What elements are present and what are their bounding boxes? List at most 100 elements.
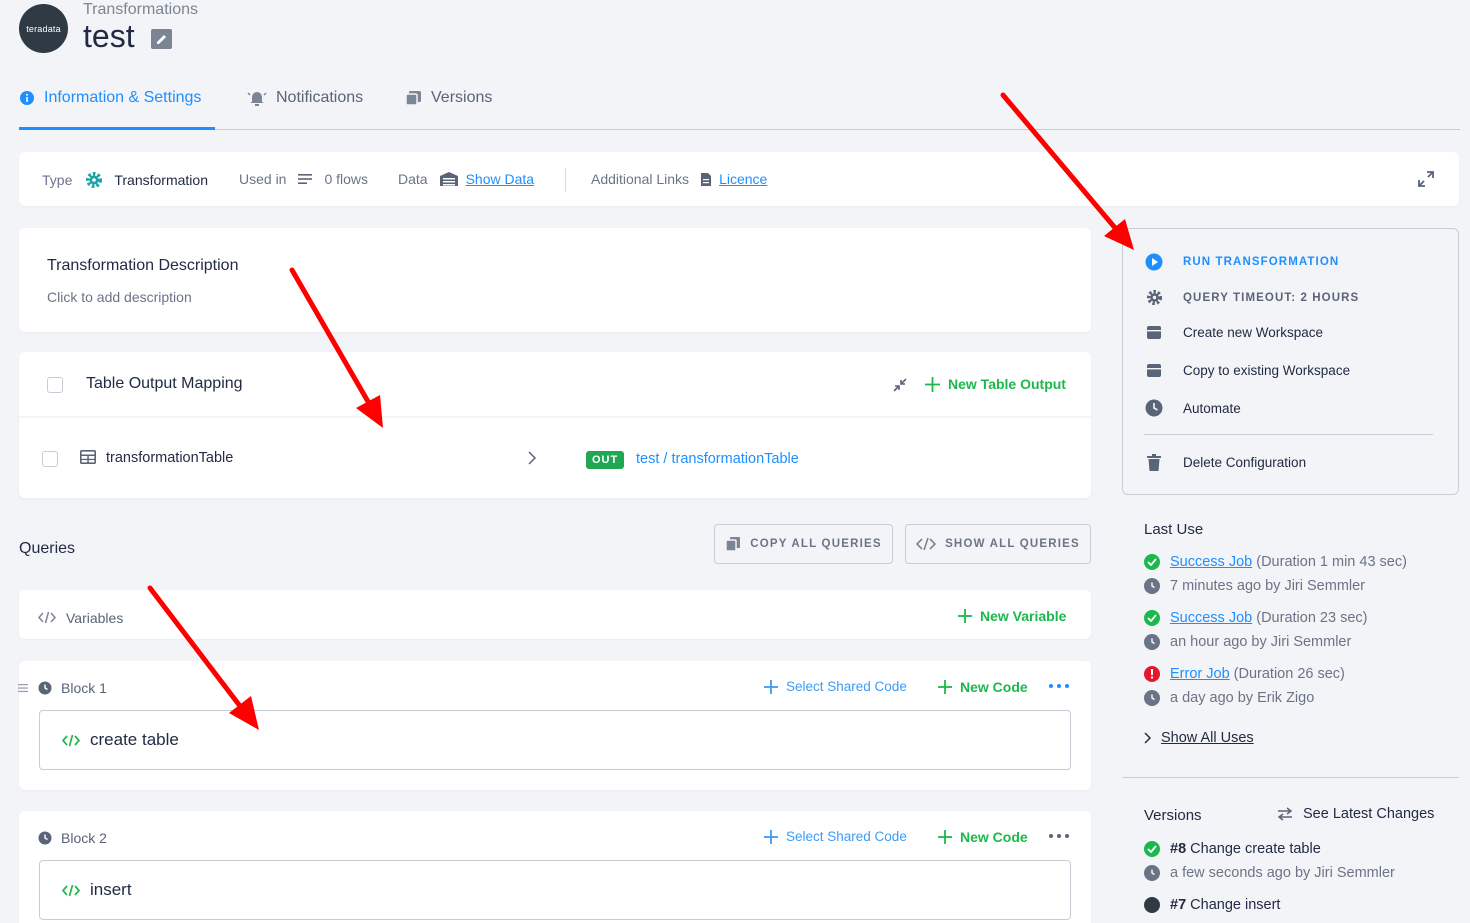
show-all-uses-label: Show All Uses [1161, 730, 1254, 746]
description-card[interactable]: Transformation Description Click to add … [19, 228, 1091, 332]
breadcrumb[interactable]: Transformations [83, 1, 198, 19]
show-all-uses-button[interactable]: Show All Uses [1144, 730, 1254, 746]
automate-button[interactable]: Automate [1145, 399, 1241, 417]
code-item[interactable]: insert [39, 860, 1071, 920]
collapse-button[interactable] [892, 377, 908, 393]
list-icon [298, 174, 313, 184]
job-link[interactable]: Success Job [1170, 554, 1252, 570]
used-in-value: 0 flows [324, 171, 369, 187]
tab-versions[interactable]: Versions [405, 86, 492, 110]
info-bar: Type Transformation Used in 0 flows Data… [19, 152, 1459, 206]
block-title[interactable]: Block 2 [61, 830, 107, 846]
expand-button[interactable] [1417, 170, 1435, 188]
job-status-row: Success Job (Duration 1 min 43 sec) [1144, 554, 1407, 570]
box-icon [1147, 364, 1161, 377]
row-checkbox[interactable] [42, 451, 58, 467]
job-meta: a day ago by Erik Zigo [1170, 690, 1315, 706]
select-shared-code-label: Select Shared Code [786, 679, 907, 694]
job-duration: (Duration 23 sec) [1256, 610, 1368, 626]
create-workspace-button[interactable]: Create new Workspace [1145, 325, 1323, 340]
new-variable-label: New Variable [980, 608, 1067, 624]
plus-icon [764, 829, 778, 844]
bell-icon [247, 92, 267, 106]
copy-workspace-button[interactable]: Copy to existing Workspace [1145, 363, 1350, 378]
code-icon [38, 611, 56, 624]
plus-icon [938, 680, 952, 694]
out-badge: OUT [586, 451, 625, 469]
type-label: Type [42, 172, 73, 188]
table-row[interactable]: transformationTable OUT test / transform… [19, 418, 1091, 498]
clock-icon [38, 681, 52, 695]
version-row[interactable]: #7 Change insert [1144, 897, 1280, 913]
job-duration: (Duration 1 min 43 sec) [1256, 554, 1407, 570]
tab-notifications[interactable]: Notifications [247, 86, 363, 110]
trash-icon [1147, 454, 1161, 471]
page-title: test [83, 18, 135, 54]
drag-handle-icon[interactable] [18, 683, 28, 693]
versions-title: Versions [1144, 807, 1202, 824]
code-icon [916, 537, 937, 551]
used-in-label: Used in [239, 171, 287, 187]
actions-panel: RUN TRANSFORMATION QUERY TIMEOUT: 2 HOUR… [1122, 228, 1459, 495]
version-row[interactable]: #8 Change create table [1144, 841, 1321, 857]
query-timeout-button[interactable]: QUERY TIMEOUT: 2 HOURS [1145, 289, 1359, 306]
new-variable-button[interactable]: New Variable [958, 608, 1066, 624]
divider [1122, 777, 1459, 778]
job-link[interactable]: Success Job [1170, 610, 1252, 626]
code-item[interactable]: create table [39, 710, 1071, 770]
chevron-right-icon [528, 451, 536, 465]
last-use-title: Last Use [1144, 521, 1204, 538]
plus-icon [925, 376, 940, 392]
clock-icon [1144, 865, 1160, 881]
table-icon [80, 450, 96, 464]
new-table-output-label: New Table Output [948, 376, 1066, 392]
tab-label: Notifications [276, 89, 364, 106]
query-block: Block 1 Select Shared Code New Code crea… [18, 661, 1091, 790]
copy-all-queries-button[interactable]: COPY ALL QUERIES [714, 524, 893, 564]
show-all-queries-button[interactable]: SHOW ALL QUERIES [905, 524, 1091, 564]
create-workspace-label: Create new Workspace [1183, 325, 1324, 340]
clock-icon [1145, 399, 1163, 417]
job-status-row: Error Job (Duration 26 sec) [1144, 666, 1345, 682]
tab-label: Information & Settings [44, 89, 202, 106]
block-title[interactable]: Block 1 [61, 680, 107, 696]
version-number: #7 [1170, 897, 1187, 913]
timeout-label: QUERY TIMEOUT: 2 HOURS [1183, 291, 1360, 304]
new-code-label: New Code [960, 829, 1028, 845]
description-placeholder[interactable]: Click to add description [47, 289, 192, 305]
job-link[interactable]: Error Job [1170, 666, 1230, 682]
new-code-button[interactable]: New Code [938, 679, 1028, 695]
divider [1144, 434, 1433, 435]
success-check-icon [1144, 841, 1160, 857]
show-all-label: SHOW ALL QUERIES [945, 538, 1080, 550]
job-meta-row: a day ago by Erik Zigo [1144, 690, 1314, 706]
see-latest-changes-button[interactable]: See Latest Changes [1277, 806, 1434, 822]
run-transformation-button[interactable]: RUN TRANSFORMATION [1145, 253, 1339, 271]
destination-table-link[interactable]: test / transformationTable [636, 451, 799, 467]
select-all-checkbox[interactable] [47, 377, 63, 393]
copy-all-label: COPY ALL QUERIES [750, 538, 882, 550]
new-table-output-button[interactable]: New Table Output [925, 376, 1066, 392]
show-data-link[interactable]: Show Data [466, 171, 534, 187]
gear-icon [86, 172, 103, 188]
edit-title-button[interactable] [151, 29, 172, 49]
select-shared-code-button[interactable]: Select Shared Code [764, 829, 907, 844]
more-dots-icon[interactable] [1049, 834, 1069, 838]
variables-card: Variables New Variable [19, 590, 1091, 639]
tab-information-settings[interactable]: Information & Settings [19, 86, 201, 110]
select-shared-code-button[interactable]: Select Shared Code [764, 679, 907, 694]
more-dots-icon[interactable] [1049, 684, 1069, 688]
version-description: Change create table [1190, 841, 1321, 857]
plus-icon [938, 830, 952, 844]
new-code-button[interactable]: New Code [938, 829, 1028, 845]
pencil-icon [156, 35, 166, 44]
delete-configuration-button[interactable]: Delete Configuration [1145, 454, 1306, 471]
version-description: Change insert [1190, 897, 1281, 913]
queries-title: Queries [19, 540, 76, 557]
success-check-icon [1144, 610, 1160, 626]
divider [565, 168, 566, 192]
chevron-right-icon [1144, 732, 1151, 744]
see-latest-label: See Latest Changes [1303, 806, 1435, 822]
variables-label: Variables [66, 610, 124, 626]
licence-link[interactable]: Licence [719, 171, 767, 187]
